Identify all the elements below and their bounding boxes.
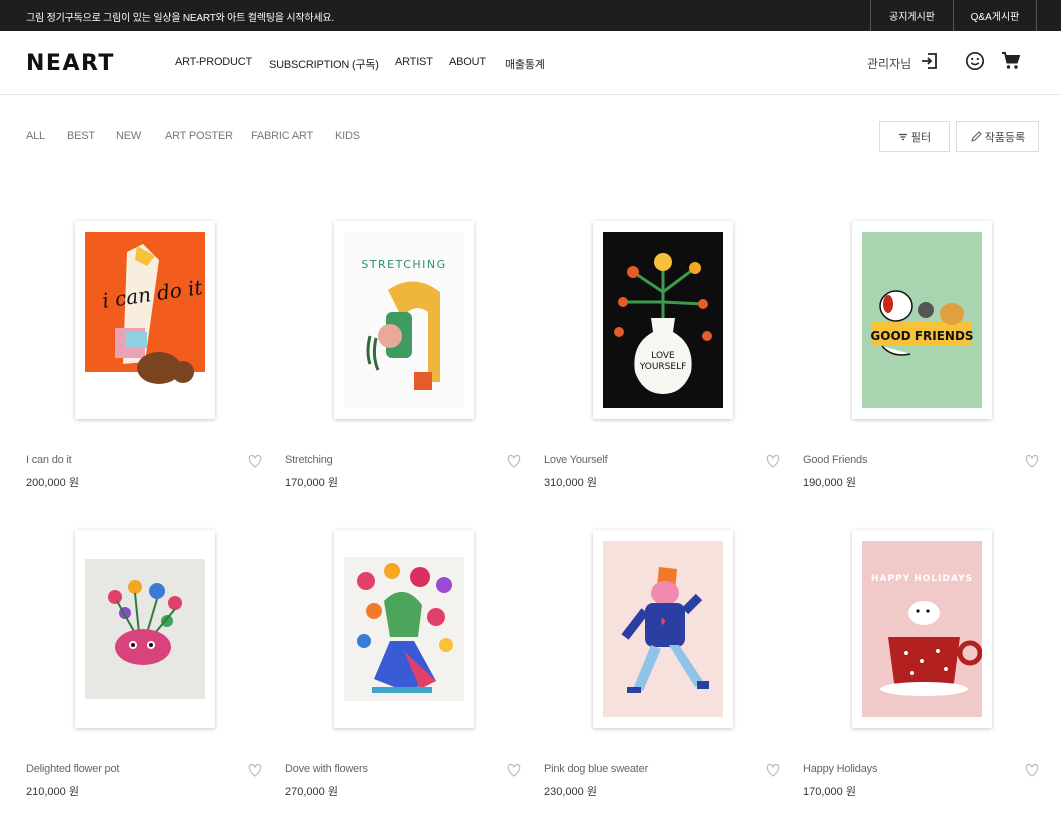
cart-icon[interactable] (1001, 51, 1021, 71)
heart-icon[interactable] (506, 763, 522, 777)
product-name[interactable]: Stretching (285, 454, 333, 466)
heart-icon[interactable] (247, 763, 263, 777)
product-card[interactable]: STRETCHING Stretching 170,000 원 (285, 221, 525, 491)
product-image-frame (75, 530, 215, 728)
admin-user-label: 관리자님 (867, 57, 912, 71)
artwork-lettering: STRETCHING (361, 258, 446, 271)
notice-board-link[interactable]: 공지게시판 (870, 0, 953, 31)
product-image-frame: LOVE YOURSELF (593, 221, 733, 419)
heart-icon[interactable] (765, 763, 781, 777)
qa-board-link[interactable]: Q&A게시판 (953, 0, 1037, 31)
product-price: 200,000 원 (26, 477, 79, 489)
product-name[interactable]: Pink dog blue sweater (544, 763, 648, 775)
logout-icon[interactable] (920, 51, 940, 71)
product-artwork (603, 541, 723, 717)
user-smiley-icon[interactable] (965, 51, 985, 71)
product-price: 270,000 원 (285, 786, 338, 798)
nav-about[interactable]: ABOUT (449, 56, 486, 68)
product-image-frame: GOOD FRIENDS (852, 221, 992, 419)
product-image-frame: HAPPY HOLIDAYS (852, 530, 992, 728)
product-artwork (85, 541, 205, 717)
category-all[interactable]: ALL (26, 130, 45, 142)
product-name[interactable]: Good Friends (803, 454, 867, 466)
product-artwork: LOVE YOURSELF (603, 232, 723, 408)
product-artwork: HAPPY HOLIDAYS (862, 541, 982, 717)
category-fabric-art[interactable]: FABRIC ART (251, 130, 313, 142)
product-name[interactable]: I can do it (26, 454, 72, 466)
product-image-frame (334, 530, 474, 728)
product-artwork: i can do it (85, 232, 205, 408)
product-price: 230,000 원 (544, 786, 597, 798)
heart-icon[interactable] (1024, 763, 1040, 777)
announcement-text: 그림 정기구독으로 그림이 있는 일상을 NEART와 아트 컬렉팅을 시작하세… (26, 13, 334, 24)
product-name[interactable]: Happy Holidays (803, 763, 877, 775)
product-price: 190,000 원 (803, 477, 856, 489)
product-image-frame: i can do it (75, 221, 215, 419)
nav-subscription[interactable]: SUBSCRIPTION (구독) (269, 56, 379, 72)
product-name[interactable]: Love Yourself (544, 454, 608, 466)
artwork-lettering: LOVE (651, 351, 675, 361)
heart-icon[interactable] (506, 454, 522, 468)
nav-art-product[interactable]: ART-PRODUCT (175, 56, 252, 68)
product-image-frame (593, 530, 733, 728)
product-artwork: GOOD FRIENDS (862, 232, 982, 408)
product-card[interactable]: Dove with flowers 270,000 원 (285, 530, 525, 800)
announcement-bar: 그림 정기구독으로 그림이 있는 일상을 NEART와 아트 컬렉팅을 시작하세… (0, 0, 1061, 31)
register-button-label: 작품등록 (984, 131, 1026, 144)
product-card[interactable]: Delighted flower pot 210,000 원 (26, 530, 266, 800)
product-image-frame: STRETCHING (334, 221, 474, 419)
product-card[interactable]: HAPPY HOLIDAYS Happy Holidays 170,000 원 (803, 530, 1043, 800)
category-kids[interactable]: KIDS (335, 130, 360, 142)
register-artwork-button[interactable]: 작품등록 (956, 121, 1039, 152)
pencil-icon (970, 130, 982, 142)
filter-button-label: 필터 (910, 131, 932, 144)
product-card[interactable]: GOOD FRIENDS Good Friends 190,000 원 (803, 221, 1043, 491)
artwork-lettering: YOURSELF (639, 362, 687, 372)
product-card[interactable]: i can do it I can do it 200,000 원 (26, 221, 266, 491)
product-artwork (344, 541, 464, 717)
product-name[interactable]: Dove with flowers (285, 763, 368, 775)
nav-sales-stats[interactable]: 매출통계 (505, 56, 545, 72)
category-art-poster[interactable]: ART POSTER (165, 130, 233, 142)
heart-icon[interactable] (765, 454, 781, 468)
site-logo[interactable]: NEART (26, 51, 115, 76)
product-artwork: STRETCHING (344, 232, 464, 408)
site-header: NEART ART-PRODUCT SUBSCRIPTION (구독) ARTI… (0, 31, 1061, 95)
product-price: 170,000 원 (803, 786, 856, 798)
artwork-lettering: GOOD FRIENDS (870, 329, 973, 343)
category-new[interactable]: NEW (116, 130, 141, 142)
heart-icon[interactable] (1024, 454, 1040, 468)
product-price: 210,000 원 (26, 786, 79, 798)
product-name[interactable]: Delighted flower pot (26, 763, 119, 775)
filter-icon (898, 133, 907, 140)
product-price: 310,000 원 (544, 477, 597, 489)
filter-button[interactable]: 필터 (879, 121, 950, 152)
product-price: 170,000 원 (285, 477, 338, 489)
product-card[interactable]: Pink dog blue sweater 230,000 원 (544, 530, 784, 800)
artwork-lettering: HAPPY HOLIDAYS (871, 574, 973, 584)
category-best[interactable]: BEST (67, 130, 95, 142)
nav-artist[interactable]: ARTIST (395, 56, 433, 68)
heart-icon[interactable] (247, 454, 263, 468)
product-card[interactable]: LOVE YOURSELF Love Yourself 310,000 원 (544, 221, 784, 491)
